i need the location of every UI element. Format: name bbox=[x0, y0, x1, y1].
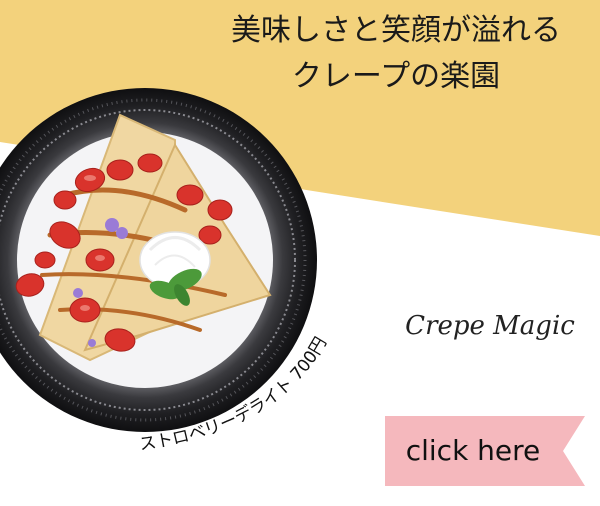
click-here-label: click here bbox=[405, 434, 541, 467]
headline-line-1: 美味しさと笑顔が溢れる bbox=[231, 13, 561, 48]
crepe-plate-image bbox=[0, 88, 317, 432]
brand-logo: Crepe Magic bbox=[405, 311, 575, 341]
crepe-ad-banner: 美味しさと笑顔が溢れる クレープの楽園 ストロベリーデライト 700円 Crep… bbox=[0, 0, 600, 506]
brand-logo-text: Crepe Magic bbox=[405, 311, 575, 341]
click-here-button[interactable]: click here bbox=[385, 416, 585, 486]
